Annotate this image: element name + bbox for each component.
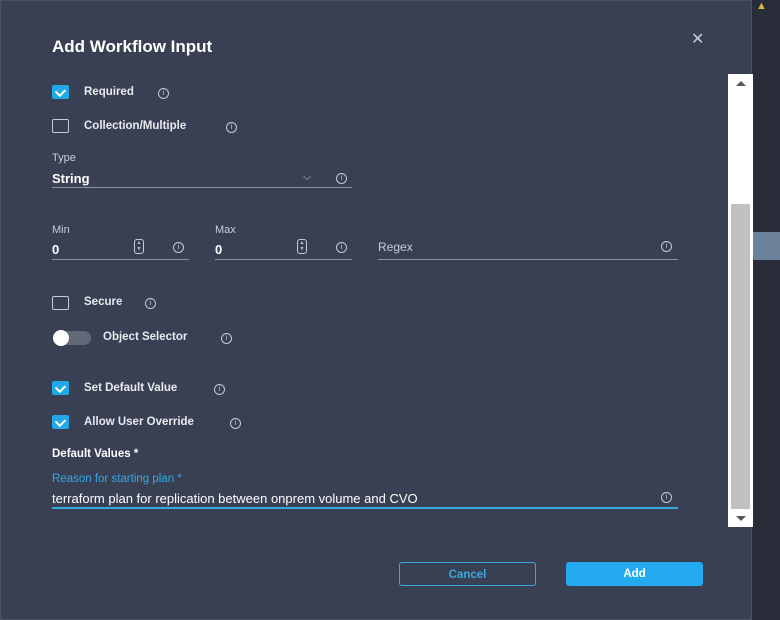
info-icon[interactable]: i [221,333,232,344]
dialog-title: Add Workflow Input [52,37,213,56]
reason-input[interactable]: terraform plan for replication between o… [52,491,418,506]
collection-label: Collection/Multiple [84,120,187,132]
info-icon[interactable]: i [158,88,169,99]
scroll-down-arrow-icon[interactable] [736,516,746,521]
scroll-up-arrow-icon[interactable] [736,81,746,86]
info-icon[interactable]: i [173,242,184,253]
add-workflow-input-dialog: Add Workflow Input ✕ Required i Collecti… [0,0,753,620]
info-icon[interactable]: i [226,122,237,133]
type-underline [52,187,352,188]
toggle-knob [53,330,69,346]
background-strip: ▲ [752,0,780,620]
regex-underline [378,259,678,260]
background-highlight [752,232,780,260]
default-values-heading: Default Values * [52,448,139,460]
min-stepper[interactable]: ▲ ▼ [134,239,144,254]
max-label: Max [215,224,236,236]
required-checkbox[interactable] [52,85,69,99]
allow-override-checkbox[interactable] [52,415,69,429]
set-default-label: Set Default Value [84,382,178,394]
type-label: Type [52,152,76,164]
regex-input[interactable]: Regex [378,240,413,254]
reason-underline [52,507,678,509]
allow-override-label: Allow User Override [84,416,194,428]
required-label: Required [84,86,134,98]
max-input[interactable]: 0 [215,242,222,257]
info-icon[interactable]: i [214,384,225,395]
cancel-button[interactable]: Cancel [399,562,536,586]
chevron-down-icon[interactable]: ⌵ [303,171,311,184]
object-selector-toggle[interactable] [53,330,91,346]
add-button[interactable]: Add [566,562,703,586]
info-icon[interactable]: i [661,241,672,252]
reason-label: Reason for starting plan * [52,473,182,485]
max-underline [215,259,352,260]
type-select-value[interactable]: String [52,171,90,186]
info-icon[interactable]: i [230,418,241,429]
info-icon[interactable]: i [661,492,672,503]
max-stepper[interactable]: ▲ ▼ [297,239,307,254]
info-icon[interactable]: i [336,242,347,253]
warning-icon: ▲ [756,0,767,12]
info-icon[interactable]: i [145,298,156,309]
secure-label: Secure [84,296,123,308]
min-underline [52,259,189,260]
object-selector-label: Object Selector [103,331,188,343]
collection-checkbox[interactable] [52,119,69,133]
scrollbar-thumb[interactable] [731,204,750,509]
secure-checkbox[interactable] [52,296,69,310]
close-icon[interactable]: ✕ [691,29,704,49]
min-label: Min [52,224,70,236]
min-input[interactable]: 0 [52,242,59,257]
set-default-checkbox[interactable] [52,381,69,395]
info-icon[interactable]: i [336,173,347,184]
